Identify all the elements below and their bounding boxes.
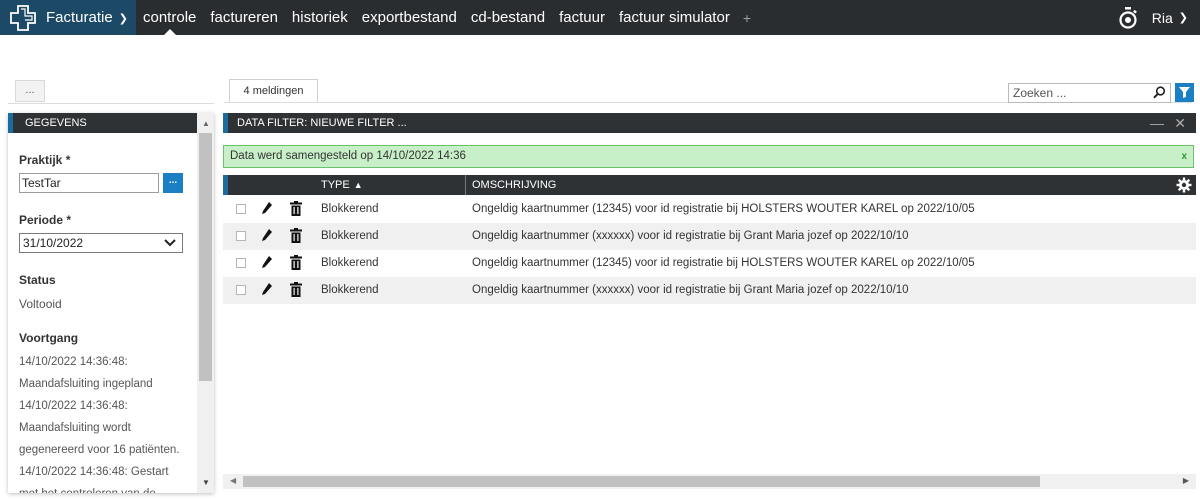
- progress-log: 14/10/2022 14:36:48: Maandafsluiting ing…: [19, 351, 196, 493]
- app-switcher[interactable]: Facturatie ❯: [0, 0, 136, 35]
- scroll-right-icon[interactable]: ▶: [1183, 476, 1189, 485]
- row-checkbox[interactable]: [236, 285, 246, 295]
- add-tab-icon[interactable]: +: [737, 10, 757, 26]
- panel-header: GEGEVENS: [8, 113, 214, 133]
- scroll-left-icon[interactable]: ◀: [230, 476, 236, 485]
- panel-scrollbar[interactable]: ▲ ▼: [197, 113, 214, 493]
- grid-horizontal-scrollbar[interactable]: ◀ ▶: [223, 474, 1196, 489]
- chevron-down-icon: [164, 239, 176, 247]
- filter-icon: [1179, 87, 1190, 98]
- chevron-down-icon: ❯: [118, 12, 128, 25]
- column-header-type[interactable]: TYPE ▲: [321, 175, 466, 195]
- row-checkbox[interactable]: [236, 258, 246, 268]
- cell-description: Ongeldig kaartnummer (xxxxxx) voor id re…: [472, 230, 909, 242]
- data-filter-header: DATA FILTER: NIEUWE FILTER ... — ✕: [223, 113, 1196, 133]
- table-row[interactable]: Blokkerend Ongeldig kaartnummer (xxxxxx)…: [223, 223, 1196, 250]
- nav-controle[interactable]: controle: [136, 0, 203, 35]
- nav-historiek[interactable]: historiek: [285, 0, 355, 35]
- log-line: Maandafsluiting wordt: [19, 422, 131, 434]
- praktijk-input[interactable]: TestTar: [19, 173, 159, 193]
- search-box: [1008, 83, 1171, 103]
- cell-description: Ongeldig kaartnummer (xxxxxx) voor id re…: [472, 284, 909, 296]
- table-row[interactable]: Blokkerend Ongeldig kaartnummer (xxxxxx)…: [223, 277, 1196, 304]
- pencil-icon[interactable]: [261, 228, 273, 243]
- log-line: Maandafsluiting ingepland: [19, 378, 153, 390]
- table-row[interactable]: Blokkerend Ongeldig kaartnummer (12345) …: [223, 250, 1196, 277]
- trash-icon[interactable]: [290, 282, 302, 297]
- cell-type: Blokkerend: [321, 257, 379, 269]
- log-line: 14/10/2022 14:36:48:: [19, 356, 128, 368]
- gear-icon[interactable]: [1176, 177, 1192, 193]
- success-notice: Data werd samengesteld op 14/10/2022 14:…: [223, 145, 1194, 168]
- top-navbar: Facturatie ❯ controle factureren histori…: [0, 0, 1200, 35]
- nav-exportbestand[interactable]: exportbestand: [355, 0, 464, 35]
- periode-label: Periode *: [19, 213, 72, 227]
- filter-button[interactable]: [1175, 83, 1194, 102]
- details-panel: GEGEVENS Praktijk * TestTar ... Periode …: [8, 113, 214, 493]
- medical-cross-logo-icon: [10, 4, 36, 31]
- panel-title: GEGEVENS: [25, 117, 87, 129]
- pencil-icon[interactable]: [261, 255, 273, 270]
- trash-icon[interactable]: [290, 201, 302, 216]
- pencil-icon[interactable]: [261, 201, 273, 216]
- pencil-icon[interactable]: [261, 282, 273, 297]
- praktijk-label: Praktijk *: [19, 153, 71, 167]
- log-line: met het controleren van de: [19, 483, 196, 493]
- scroll-down-icon[interactable]: ▼: [202, 478, 210, 487]
- cell-description: Ongeldig kaartnummer (12345) voor id reg…: [472, 257, 975, 269]
- stopwatch-icon[interactable]: [1118, 6, 1138, 29]
- trash-icon[interactable]: [290, 255, 302, 270]
- praktijk-row: TestTar ...: [19, 173, 196, 193]
- nav-cd-bestand[interactable]: cd-bestand: [464, 0, 552, 35]
- grid-header: TYPE ▲ OMSCHRIJVING: [223, 175, 1196, 195]
- row-checkbox[interactable]: [236, 231, 246, 241]
- user-menu[interactable]: Ria ❯: [1118, 0, 1188, 35]
- column-description-label: OMSCHRIJVING: [472, 179, 557, 191]
- notice-text: Data werd samengesteld op 14/10/2022 14:…: [230, 150, 466, 162]
- scrollbar-thumb[interactable]: [199, 133, 212, 381]
- column-type-label: TYPE: [321, 179, 350, 191]
- panel-options-button[interactable]: ...: [15, 80, 45, 102]
- tab-meldingen[interactable]: 4 meldingen: [229, 79, 318, 103]
- cell-type: Blokkerend: [321, 230, 379, 242]
- status-value: Voltooid: [19, 297, 62, 311]
- close-icon[interactable]: ✕: [1174, 113, 1186, 133]
- scrollbar-thumb[interactable]: [243, 476, 1040, 487]
- table-row[interactable]: Blokkerend Ongeldig kaartnummer (12345) …: [223, 196, 1196, 223]
- panel-body: Praktijk * TestTar ... Periode * 31/10/2…: [8, 133, 196, 493]
- periode-select[interactable]: 31/10/2022: [19, 233, 183, 253]
- cell-description: Ongeldig kaartnummer (12345) voor id reg…: [472, 203, 975, 215]
- log-line: 14/10/2022 14:36:48:: [19, 400, 128, 412]
- search-icon[interactable]: [1153, 86, 1166, 99]
- app-name: Facturatie: [46, 9, 113, 26]
- praktijk-lookup-button[interactable]: ...: [163, 173, 183, 193]
- divider: [8, 103, 214, 104]
- search-input[interactable]: [1009, 84, 1149, 102]
- notice-close-icon[interactable]: x: [1181, 146, 1187, 167]
- main-menu: controle factureren historiek exportbest…: [136, 0, 757, 35]
- scroll-up-icon[interactable]: ▲: [202, 119, 210, 128]
- log-line: 14/10/2022 14:36:48: Gestart: [19, 466, 169, 478]
- log-line: gegenereerd voor 16 patiënten.: [19, 444, 180, 456]
- row-checkbox[interactable]: [236, 204, 246, 214]
- minimize-icon[interactable]: —: [1150, 113, 1164, 133]
- nav-factuur-simulator[interactable]: factuur simulator: [612, 0, 737, 35]
- cell-type: Blokkerend: [321, 203, 379, 215]
- sort-ascending-icon: ▲: [353, 180, 363, 190]
- chevron-down-icon: ❯: [1178, 12, 1188, 24]
- trash-icon[interactable]: [290, 228, 302, 243]
- nav-factuur[interactable]: factuur: [552, 0, 612, 35]
- status-label: Status: [19, 273, 56, 287]
- user-name: Ria: [1151, 9, 1173, 26]
- nav-factureren[interactable]: factureren: [203, 0, 285, 35]
- cell-type: Blokkerend: [321, 284, 379, 296]
- data-filter-title[interactable]: DATA FILTER: NIEUWE FILTER ...: [237, 117, 407, 129]
- column-header-description[interactable]: OMSCHRIJVING: [472, 175, 556, 195]
- voortgang-label: Voortgang: [19, 331, 79, 345]
- periode-value: 31/10/2022: [23, 236, 84, 250]
